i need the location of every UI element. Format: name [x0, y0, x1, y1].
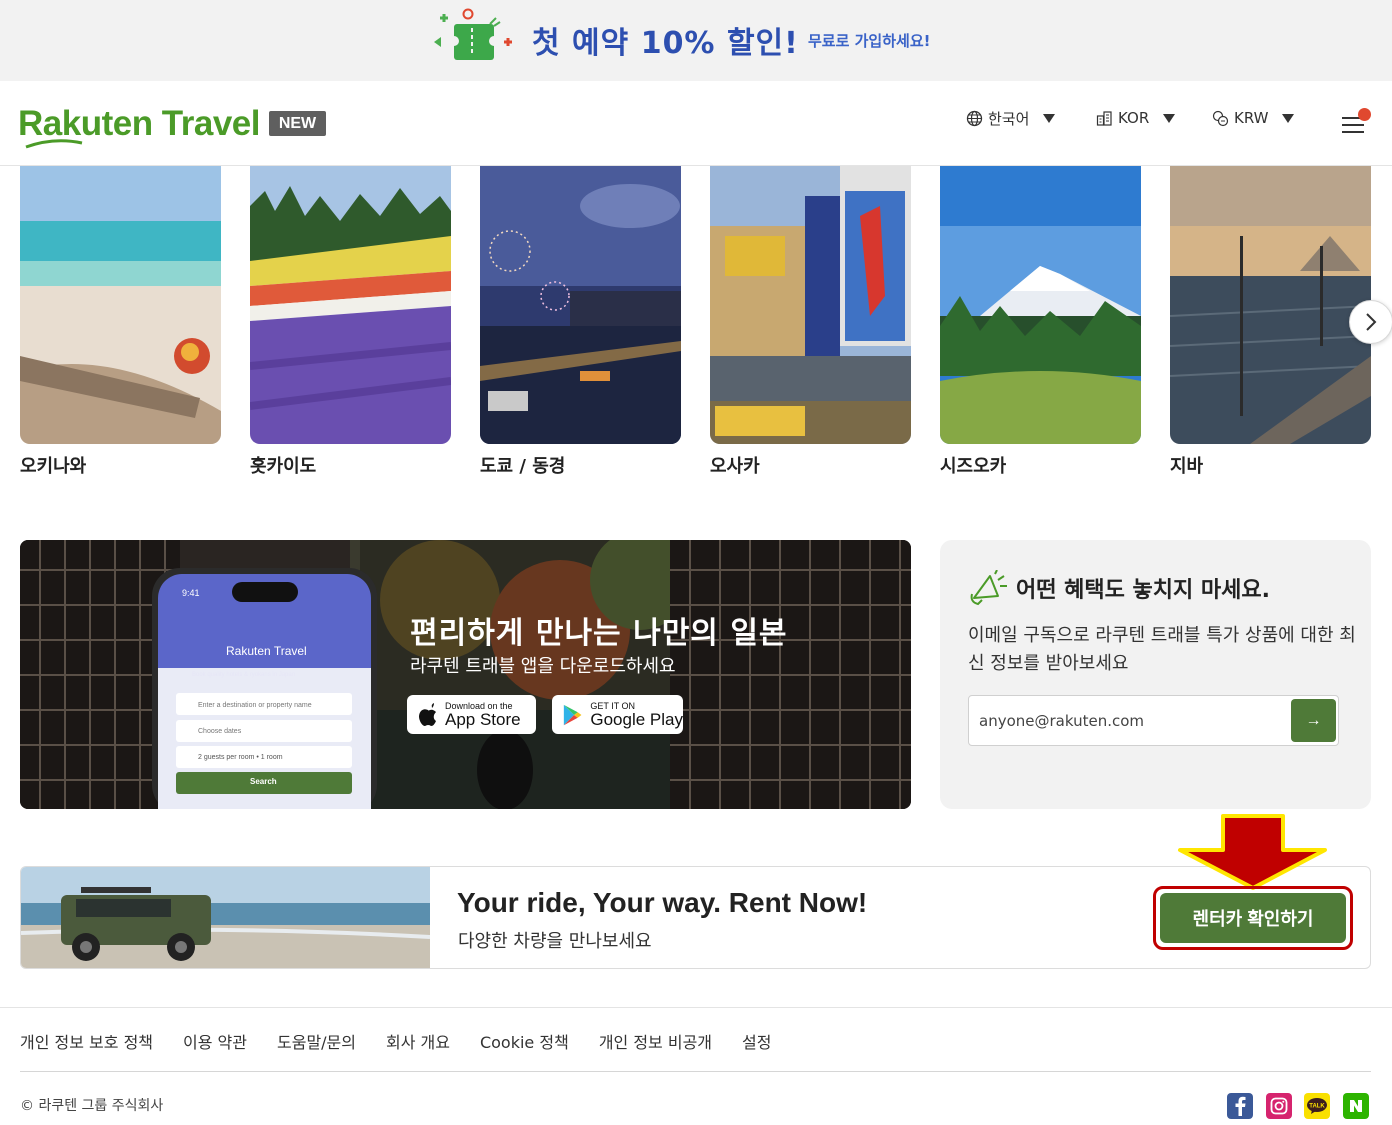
naver-icon[interactable] [1343, 1093, 1369, 1119]
footer-link-cookie-policy[interactable]: Cookie 정책 [480, 1029, 569, 1053]
country-selector[interactable]: KOR [1096, 107, 1176, 129]
newsletter-input-group: → [968, 695, 1339, 746]
chevron-down-icon [1043, 113, 1056, 123]
carousel-next-button[interactable] [1349, 300, 1392, 344]
chevron-down-icon [1163, 113, 1176, 123]
newsletter-description: 이메일 구독으로 라쿠텐 트래블 특가 상품에 대한 최신 정보를 받아보세요 [968, 625, 1356, 674]
newsletter-submit-button[interactable]: → [1291, 699, 1336, 742]
notification-dot [1358, 108, 1371, 121]
destination-name: 오키나와 [20, 456, 87, 477]
phone-time: 9:41 [182, 588, 200, 598]
tokyo-fireworks-image [480, 166, 681, 444]
newsletter-title: 어떤 혜택도 놓치지 마세요. [1016, 578, 1270, 603]
destination-card-chiba[interactable]: 지바 [1170, 166, 1371, 477]
currency-value: KRW [1234, 109, 1269, 127]
copyright-text: © 라쿠텐 그룹 주식회사 [20, 1098, 164, 1114]
phone-guests-field: 2 guests per room • 1 room [198, 754, 283, 761]
app-store-small-text: Download on the [445, 700, 513, 711]
newsletter-panel: 어떤 혜택도 놓치지 마세요. 이메일 구독으로 라쿠텐 트래블 특가 상품에 … [940, 540, 1371, 809]
language-value: 한국어 [988, 109, 1030, 128]
buildings-icon [1096, 110, 1112, 126]
coupon-ticket-icon [434, 8, 512, 60]
destination-card-shizuoka[interactable]: 시즈오카 [940, 166, 1141, 477]
app-download-banner: 9:41 Rakuten Travel Book quality hotels … [20, 540, 911, 809]
jeep-on-beach-image [21, 867, 430, 968]
apple-icon [419, 702, 436, 726]
promo-signup-link[interactable]: 무료로 가입하세요! [808, 30, 930, 51]
google-play-button[interactable]: GET IT ON Google Play [552, 695, 683, 734]
shizuoka-mount-fuji-image [940, 166, 1141, 444]
app-banner-subtitle: 라쿠텐 트래블 앱을 다운로드하세요 [410, 656, 676, 677]
arrow-right-icon: → [1305, 711, 1322, 729]
menu-bar [1342, 131, 1364, 133]
instagram-icon[interactable] [1266, 1093, 1292, 1119]
destination-name: 지바 [1170, 456, 1204, 477]
facebook-glyph [1235, 1096, 1246, 1116]
language-selector[interactable]: 한국어 [966, 107, 1056, 129]
check-rental-car-button[interactable]: 렌터카 확인하기 [1160, 893, 1346, 943]
naver-glyph [1350, 1100, 1362, 1112]
email-input[interactable] [969, 696, 1279, 745]
footer-link-settings[interactable]: 설정 [742, 1029, 771, 1053]
phone-tagline: Book quality hotels & ryokans in Japan [192, 672, 296, 678]
country-value: KOR [1118, 109, 1150, 127]
promo-headline: 첫 예약 10% 할인! [532, 26, 799, 61]
promo-banner[interactable]: 첫 예약 10% 할인! 무료로 가입하세요! [0, 0, 1392, 81]
destination-name: 홋카이도 [250, 456, 317, 477]
footer-link-terms[interactable]: 이용 약관 [183, 1029, 247, 1053]
footer-link-company[interactable]: 회사 개요 [386, 1029, 450, 1053]
app-store-button[interactable]: Download on the App Store [407, 695, 536, 734]
phone-mockup-image [152, 568, 377, 809]
rent-title: Your ride, Your way. Rent Now! [457, 887, 868, 918]
chevron-right-icon [1366, 313, 1377, 331]
globe-icon [966, 110, 983, 126]
facebook-icon[interactable] [1227, 1093, 1253, 1119]
coins-icon [1212, 110, 1229, 126]
site-header: Rakuten Travel NEW 한국어 KOR KRW [0, 81, 1392, 166]
kakaotalk-glyph: TALK [1307, 1098, 1327, 1114]
footer-link-privacy-policy[interactable]: 개인 정보 보호 정책 [20, 1029, 153, 1053]
google-play-icon [563, 704, 582, 725]
footer-links: 개인 정보 보호 정책 이용 약관 도움말/문의 회사 개요 Cookie 정책… [20, 1029, 801, 1053]
destination-name: 오사카 [710, 456, 760, 477]
menu-bar [1342, 124, 1364, 126]
destination-card-tokyo[interactable]: 도쿄 / 동경 [480, 166, 681, 477]
phone-search-button: Search [250, 777, 277, 786]
destination-name: 시즈오카 [940, 456, 1007, 477]
kakaotalk-icon[interactable]: TALK [1304, 1093, 1330, 1119]
phone-dates-field: Choose dates [198, 728, 242, 735]
chiba-pier-sunset-image [1170, 166, 1371, 444]
okinawa-beach-image [20, 166, 221, 444]
currency-selector[interactable]: KRW [1212, 107, 1295, 129]
footer-separator [20, 1071, 1371, 1072]
new-badge: NEW [269, 111, 326, 136]
megaphone-icon [970, 570, 1007, 606]
footer-link-privacy-optout[interactable]: 개인 정보 비공개 [599, 1029, 712, 1053]
destination-card-osaka[interactable]: 오사카 [710, 166, 911, 477]
destination-name: 도쿄 / 동경 [480, 456, 566, 477]
destination-card-hokkaido[interactable]: 홋카이도 [250, 166, 451, 477]
destination-card-okinawa[interactable]: 오키나와 [20, 166, 221, 477]
app-store-big-text: App Store [445, 709, 521, 729]
svg-text:TALK: TALK [1309, 1104, 1325, 1110]
hokkaido-flower-field-image [250, 166, 451, 444]
footer-link-help[interactable]: 도움말/문의 [277, 1029, 356, 1053]
instagram-glyph [1270, 1097, 1288, 1115]
phone-brand: Rakuten Travel [226, 644, 307, 658]
hamburger-menu-button[interactable] [1340, 108, 1371, 139]
logo-swoosh [25, 139, 83, 149]
google-play-small-text: GET IT ON [590, 700, 636, 711]
footer-divider [0, 1007, 1392, 1008]
rent-subtitle: 다양한 차량을 만나보세요 [458, 931, 652, 952]
osaka-dotonbori-image [710, 166, 911, 444]
google-play-big-text: Google Play [590, 709, 683, 729]
down-arrow-icon [1178, 814, 1327, 890]
phone-destination-field: Enter a destination or property name [198, 702, 312, 709]
app-banner-title: 편리하게 만나는 나만의 일본 [410, 616, 788, 651]
chevron-down-icon [1282, 113, 1295, 123]
rakuten-travel-logo[interactable]: Rakuten Travel [18, 103, 261, 149]
